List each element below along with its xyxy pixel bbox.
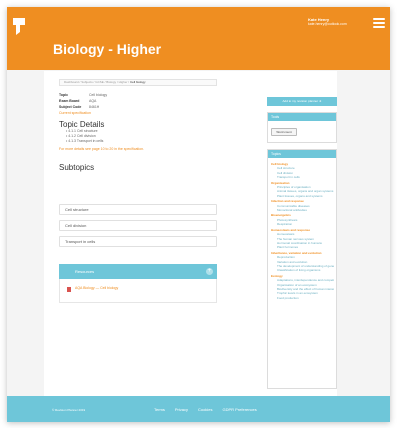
tools-panel: Tools Word count <box>267 112 337 143</box>
subtopic-cell-structure[interactable]: Cell structure <box>59 204 217 215</box>
breadcrumb-item[interactable]: Dashboard <box>64 80 79 84</box>
footer-links: Terms Privacy Cookies GDPR Preferences <box>154 407 257 412</box>
topics-panel: Topics Cell biology Cell structure Cell … <box>267 149 337 389</box>
user-info[interactable]: Kate Henry kate.henry@outlook.com <box>308 17 358 27</box>
subtopic-transport-in-cells[interactable]: Transport in cells <box>59 236 217 247</box>
site-header: Biology - Higher Kate Henry kate.henry@o… <box>7 7 390 70</box>
subtopic-cell-division[interactable]: Cell division <box>59 220 217 231</box>
cloud-dot-logo-icon[interactable] <box>11 16 27 36</box>
user-email: kate.henry@outlook.com <box>308 22 347 26</box>
breadcrumb-item[interactable]: Biology <box>106 80 116 84</box>
tools-heading: Tools <box>268 113 336 121</box>
breadcrumb-item[interactable]: Higher <box>119 80 128 84</box>
subtopics-heading: Subtopics <box>59 163 95 172</box>
breadcrumb-item[interactable]: GCSE <box>95 80 104 84</box>
specification-note[interactable]: For more details see page 10 to 20 in th… <box>59 147 144 151</box>
topic-item[interactable]: Respiration <box>271 222 334 226</box>
resource-link[interactable]: AQA Biology — Cell biology <box>75 286 118 290</box>
site-footer: © Revision Planner 2019 Terms Privacy Co… <box>7 396 390 422</box>
topic-item[interactable]: Classification of living organisms <box>271 268 334 272</box>
resources-header[interactable]: Resources + <box>59 264 217 279</box>
breadcrumb: Dashboard / Subjects / GCSE / Biology / … <box>59 79 217 86</box>
word-count-button[interactable]: Word count <box>271 128 297 136</box>
resources-heading: Resources <box>75 269 95 274</box>
copyright-text: © Revision Planner 2019 <box>52 408 86 412</box>
expand-plus-icon[interactable]: + <box>206 268 213 275</box>
hamburger-menu-icon[interactable] <box>373 18 385 28</box>
main-content: Dashboard / Subjects / GCSE / Biology / … <box>44 71 337 396</box>
list-item: 4.1.3 Transport in cells <box>66 139 103 144</box>
topics-list: Cell biology Cell structure Cell divisio… <box>268 158 336 300</box>
topic-details-heading: Topic Details <box>59 120 105 129</box>
pdf-file-icon <box>67 287 71 292</box>
topics-heading: Topics <box>268 150 336 158</box>
topic-item[interactable]: Adaptations, interdependence and competi… <box>271 278 334 282</box>
browser-frame: Biology - Higher Kate Henry kate.henry@o… <box>7 7 390 422</box>
breadcrumb-current: Cell biology <box>129 80 146 84</box>
topic-item[interactable]: Monoclonal antibodies <box>271 208 334 212</box>
topic-details-list: 4.1.1 Cell structure 4.1.2 Cell division… <box>66 129 103 144</box>
footer-link-cookies[interactable]: Cookies <box>198 407 212 412</box>
add-to-planner-button[interactable]: Add to my revision planner ➜ <box>267 97 337 106</box>
topic-item[interactable]: Plant hormones <box>271 245 334 249</box>
resources-panel: AQA Biology — Cell biology <box>59 279 217 303</box>
footer-link-terms[interactable]: Terms <box>154 407 165 412</box>
breadcrumb-item[interactable]: Subjects <box>81 80 93 84</box>
topic-item[interactable]: Transport in cells <box>271 175 334 179</box>
footer-link-gdpr[interactable]: GDPR Preferences <box>222 407 256 412</box>
topic-meta: Topic Cell biology Exam Board AQA Subject … <box>59 92 107 116</box>
topic-item[interactable]: Food production <box>271 296 334 300</box>
specification-link[interactable]: Current specification <box>59 110 91 116</box>
topic-item[interactable]: Plant tissues, organs and systems <box>271 194 334 198</box>
add-to-planner-label: Add to my revision planner <box>282 99 319 103</box>
footer-link-privacy[interactable]: Privacy <box>175 407 188 412</box>
page-title: Biology - Higher <box>53 41 162 57</box>
